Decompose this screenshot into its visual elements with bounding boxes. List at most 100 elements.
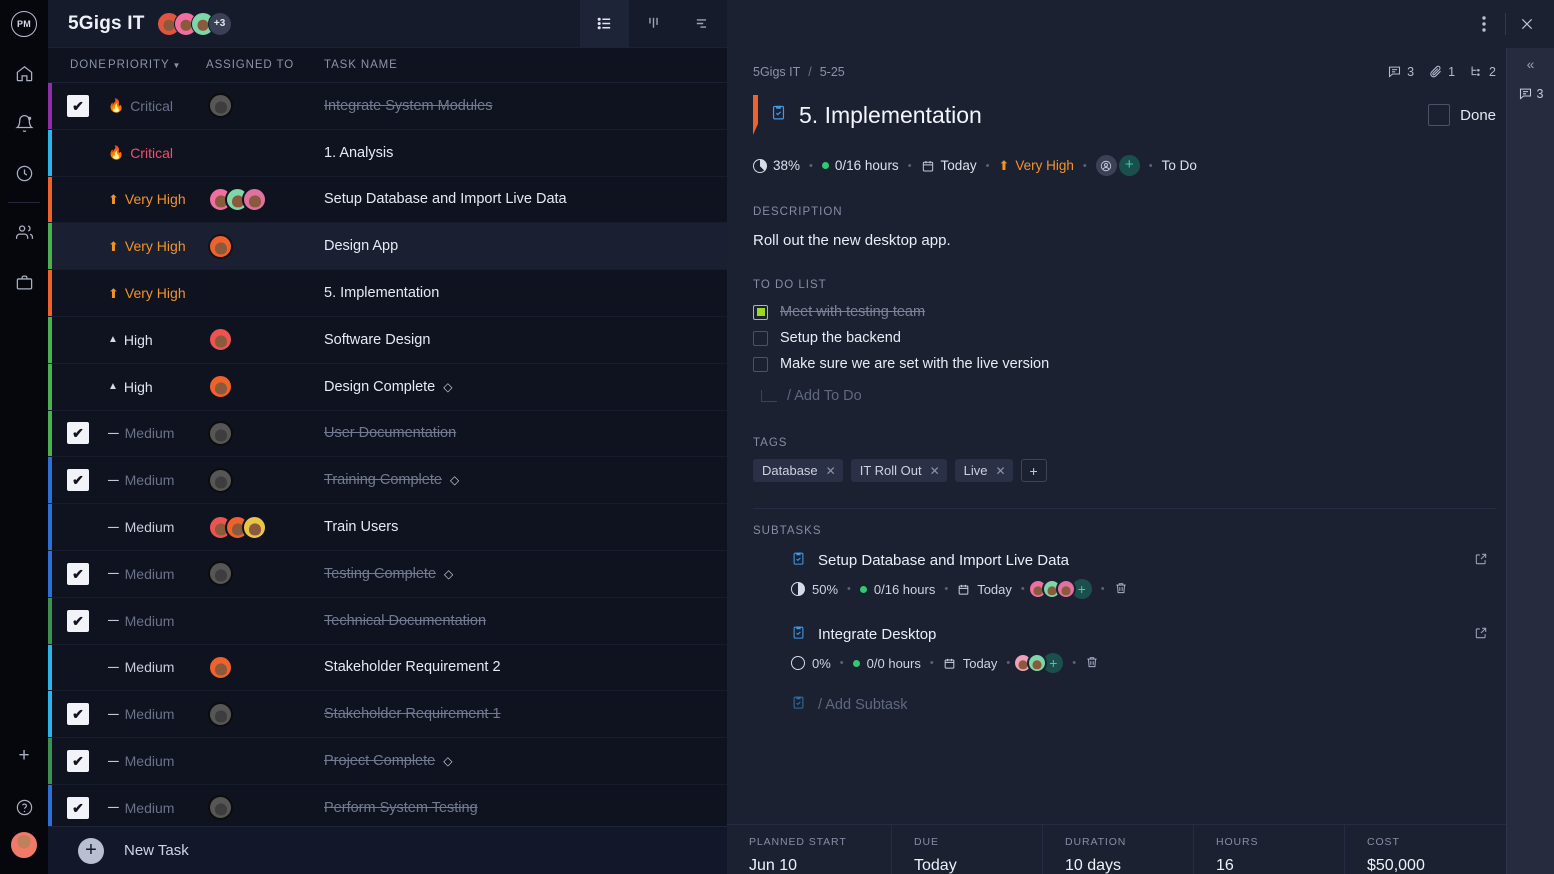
add-assignee-button[interactable]: + <box>1118 155 1140 176</box>
avatar[interactable] <box>208 327 233 353</box>
row-task-cell[interactable]: Stakeholder Requirement 1 <box>324 706 727 722</box>
done-checkbox[interactable] <box>67 329 89 351</box>
done-checkbox[interactable] <box>67 796 89 819</box>
breadcrumb-task-id[interactable]: 5-25 <box>820 65 845 79</box>
row-priority-cell[interactable]: ─ Medium <box>108 799 206 816</box>
table-row[interactable]: ▲ High Software Design <box>48 316 727 364</box>
todo-checkbox[interactable] <box>753 356 768 372</box>
avatar[interactable] <box>208 701 233 727</box>
avatar[interactable] <box>208 233 233 259</box>
row-priority-cell[interactable]: ─ Medium <box>108 472 206 489</box>
done-checkbox[interactable] <box>67 469 89 492</box>
close-icon[interactable]: ✕ <box>826 464 836 478</box>
close-button[interactable] <box>1506 0 1548 48</box>
row-assigned-cell[interactable] <box>206 374 324 400</box>
close-icon[interactable]: ✕ <box>930 464 940 478</box>
row-task-cell[interactable]: 1. Analysis <box>324 145 727 161</box>
row-done-cell[interactable] <box>48 282 108 304</box>
status-meta[interactable]: To Do <box>1162 158 1197 173</box>
delete-subtask-icon[interactable] <box>1085 655 1099 672</box>
row-done-cell[interactable] <box>48 516 108 538</box>
app-logo[interactable]: PM <box>0 0 48 48</box>
row-done-cell[interactable] <box>48 188 108 210</box>
detail-done-toggle[interactable]: Done <box>1428 104 1496 126</box>
done-checkbox[interactable] <box>67 750 89 773</box>
column-header-priority[interactable]: PRIORITY ▼ <box>108 59 206 71</box>
more-options-button[interactable] <box>1463 0 1505 48</box>
row-priority-cell[interactable]: ─ Medium <box>108 565 206 582</box>
row-priority-cell[interactable]: ▲ High <box>108 379 206 395</box>
table-row[interactable]: ─ Medium Train Users <box>48 504 727 551</box>
subtask-item[interactable]: Integrate Desktop 0% • 0/0 hours • Today… <box>791 625 1496 673</box>
done-checkbox[interactable] <box>67 282 89 304</box>
row-priority-cell[interactable]: ⬆ Very High <box>108 285 206 301</box>
row-priority-cell[interactable]: ⬆ Very High <box>108 191 206 207</box>
assignee-meta[interactable]: + <box>1095 155 1140 176</box>
rail-item-portfolio[interactable] <box>0 257 48 307</box>
avatar[interactable] <box>208 467 233 493</box>
table-row[interactable]: ─ Medium Stakeholder Requirement 1 <box>48 691 727 739</box>
row-done-cell[interactable] <box>48 94 108 117</box>
close-icon[interactable]: ✕ <box>996 464 1006 478</box>
attachment-count[interactable]: 1 <box>1428 64 1455 79</box>
collapse-panel-button[interactable]: « <box>1527 56 1535 72</box>
row-assigned-cell[interactable] <box>206 654 324 680</box>
row-assigned-cell[interactable] <box>206 233 324 259</box>
avatar[interactable] <box>1027 653 1048 673</box>
row-priority-cell[interactable]: 🔥 Critical <box>108 145 206 161</box>
new-task-bar[interactable]: + New Task <box>48 826 727 874</box>
done-checkbox[interactable] <box>67 609 89 632</box>
footer-field[interactable]: COST $50,000 <box>1345 825 1493 874</box>
row-priority-cell[interactable]: ─ Medium <box>108 753 206 770</box>
row-task-cell[interactable]: Perform System Testing <box>324 800 727 816</box>
avatar[interactable] <box>208 420 233 446</box>
open-subtask-icon[interactable] <box>1474 552 1496 569</box>
rail-item-time[interactable] <box>0 148 48 198</box>
row-priority-cell[interactable]: 🔥 Critical <box>108 98 206 114</box>
delete-subtask-icon[interactable] <box>1114 581 1128 598</box>
done-checkbox[interactable] <box>1428 104 1451 126</box>
todo-item[interactable]: Make sure we are set with the live versi… <box>753 351 1496 377</box>
description-text[interactable]: Roll out the new desktop app. <box>753 232 1496 249</box>
row-assigned-cell[interactable] <box>206 561 324 587</box>
table-row[interactable]: ⬆ Very High Design App <box>48 223 727 271</box>
row-task-cell[interactable]: Setup Database and Import Live Data <box>324 191 727 207</box>
row-task-cell[interactable]: Software Design <box>324 332 727 348</box>
comment-count[interactable]: 3 <box>1387 64 1414 79</box>
row-priority-cell[interactable]: ─ Medium <box>108 519 206 536</box>
footer-field[interactable]: PLANNED START Jun 10 <box>727 825 892 874</box>
row-done-cell[interactable] <box>48 796 108 819</box>
row-done-cell[interactable] <box>48 656 108 678</box>
avatar-overflow-badge[interactable]: +3 <box>207 11 232 36</box>
row-done-cell[interactable] <box>48 142 108 164</box>
avatar[interactable] <box>208 795 233 821</box>
row-assigned-cell[interactable] <box>206 327 324 353</box>
table-row[interactable]: ─ Medium Training Complete ◇ <box>48 457 727 505</box>
done-checkbox[interactable] <box>67 562 89 585</box>
table-row[interactable]: ─ Medium Project Complete ◇ <box>48 738 727 785</box>
hours-meta[interactable]: 0/16 hours <box>821 158 899 173</box>
row-task-cell[interactable]: Stakeholder Requirement 2 <box>324 659 727 675</box>
row-assigned-cell[interactable] <box>206 701 324 727</box>
add-subtask-row[interactable]: / Add Subtask <box>791 695 1496 714</box>
rail-add-button[interactable]: + <box>0 732 48 782</box>
rail-user-avatar[interactable] <box>11 832 37 858</box>
avatar[interactable] <box>208 561 233 587</box>
rail-help-button[interactable] <box>0 782 48 832</box>
avatar[interactable] <box>208 374 233 400</box>
row-task-cell[interactable]: Technical Documentation <box>324 613 727 629</box>
add-todo-row[interactable]: / Add To Do <box>753 381 1496 411</box>
table-row[interactable]: ─ Medium Perform System Testing <box>48 784 727 832</box>
view-toggle-gantt[interactable] <box>678 0 727 48</box>
done-checkbox[interactable] <box>67 422 89 445</box>
tag-chip[interactable]: IT Roll Out ✕ <box>850 459 947 482</box>
table-row[interactable]: ⬆ Very High 5. Implementation <box>48 270 727 317</box>
tag-chip[interactable]: Live ✕ <box>954 459 1013 482</box>
avatar[interactable] <box>242 514 267 540</box>
table-row[interactable]: ─ Medium User Documentation <box>48 410 727 458</box>
row-priority-cell[interactable]: ⬆ Very High <box>108 238 206 254</box>
table-row[interactable]: ─ Medium Testing Complete ◇ <box>48 550 727 598</box>
avatar[interactable] <box>208 93 233 119</box>
row-done-cell[interactable] <box>48 376 108 398</box>
row-priority-cell[interactable]: ─ Medium <box>108 706 206 723</box>
